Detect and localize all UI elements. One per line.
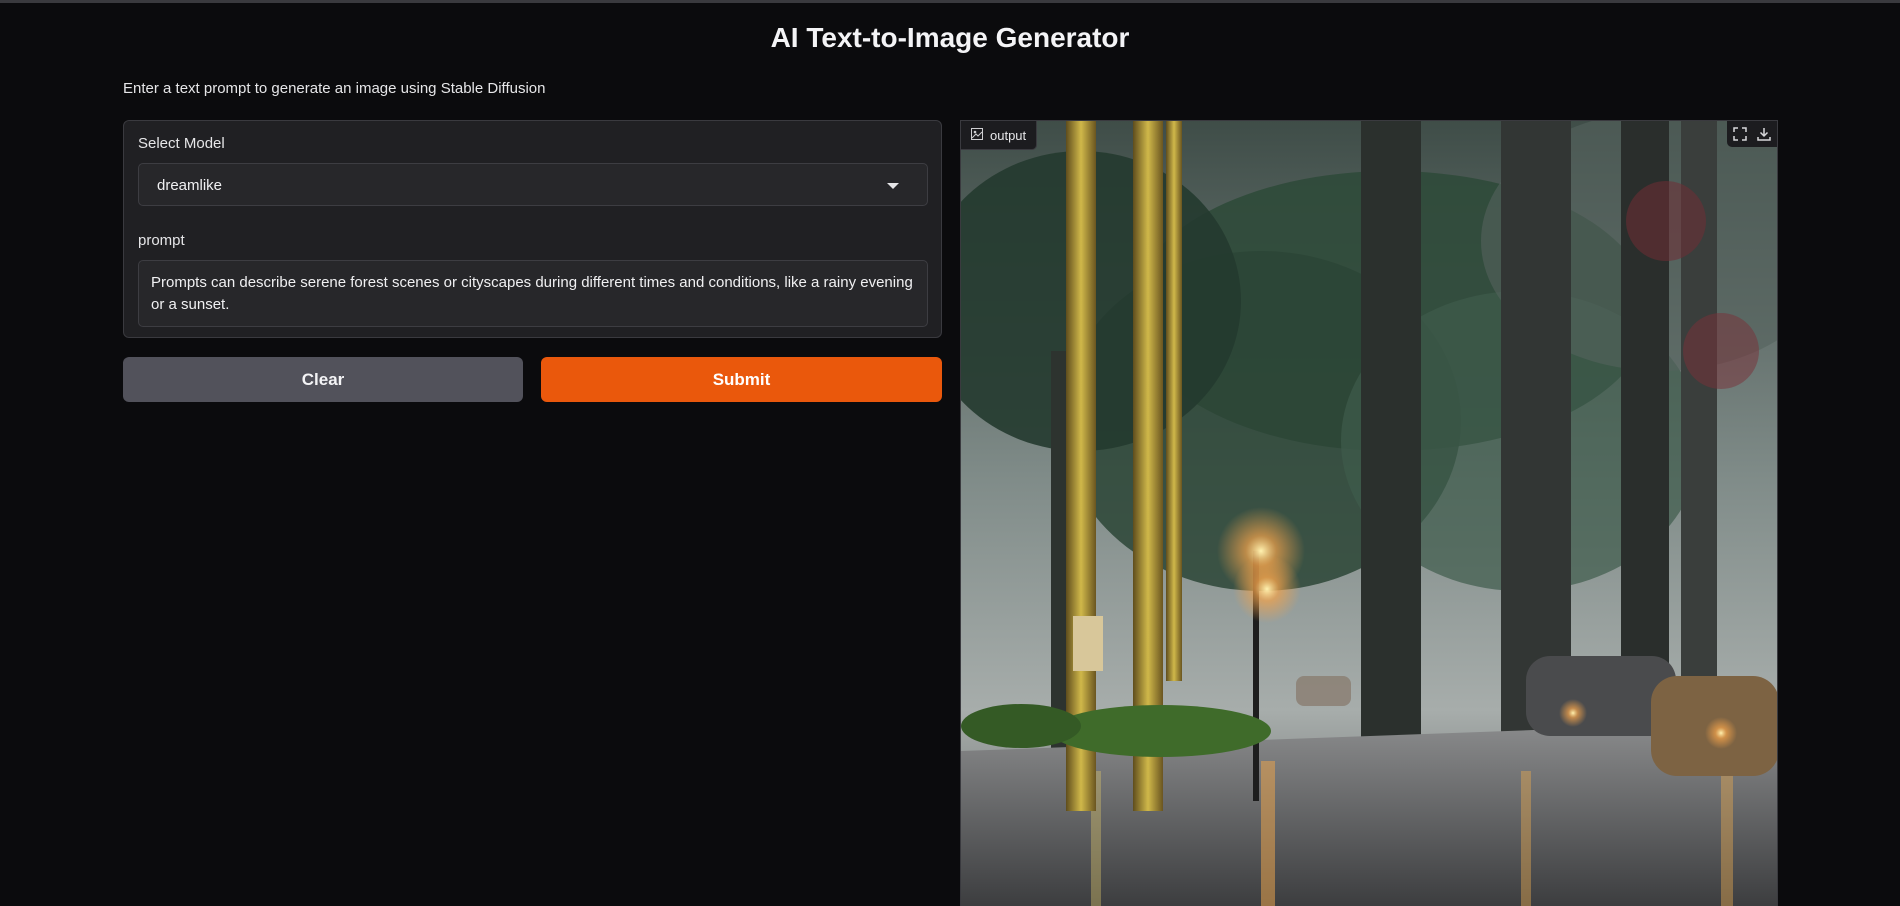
output-label: output	[990, 127, 1027, 143]
model-select-dropdown[interactable]: dreamlike	[138, 163, 928, 206]
input-panel: Select Model dreamlike prompt Prompts ca…	[123, 120, 942, 338]
output-image-panel: output	[960, 120, 1778, 906]
download-icon[interactable]	[1753, 123, 1775, 145]
prompt-label: prompt	[138, 232, 185, 249]
submit-button[interactable]: Submit	[541, 357, 942, 402]
output-toolbar	[1727, 121, 1777, 147]
output-label-tag: output	[961, 121, 1038, 150]
fullscreen-icon[interactable]	[1729, 123, 1751, 145]
page-title: AI Text-to-Image Generator	[770, 22, 1130, 53]
clear-button[interactable]: Clear	[123, 357, 523, 402]
prompt-textarea[interactable]: Prompts can describe serene forest scene…	[138, 260, 928, 327]
model-select-label: Select Model	[138, 135, 225, 152]
image-icon	[971, 127, 983, 143]
chevron-down-icon[interactable]	[887, 183, 899, 189]
page-description: Enter a text prompt to generate an image…	[123, 80, 546, 97]
window-top-border	[0, 0, 1900, 3]
model-select-value: dreamlike	[157, 177, 223, 194]
generated-image	[961, 121, 1777, 906]
